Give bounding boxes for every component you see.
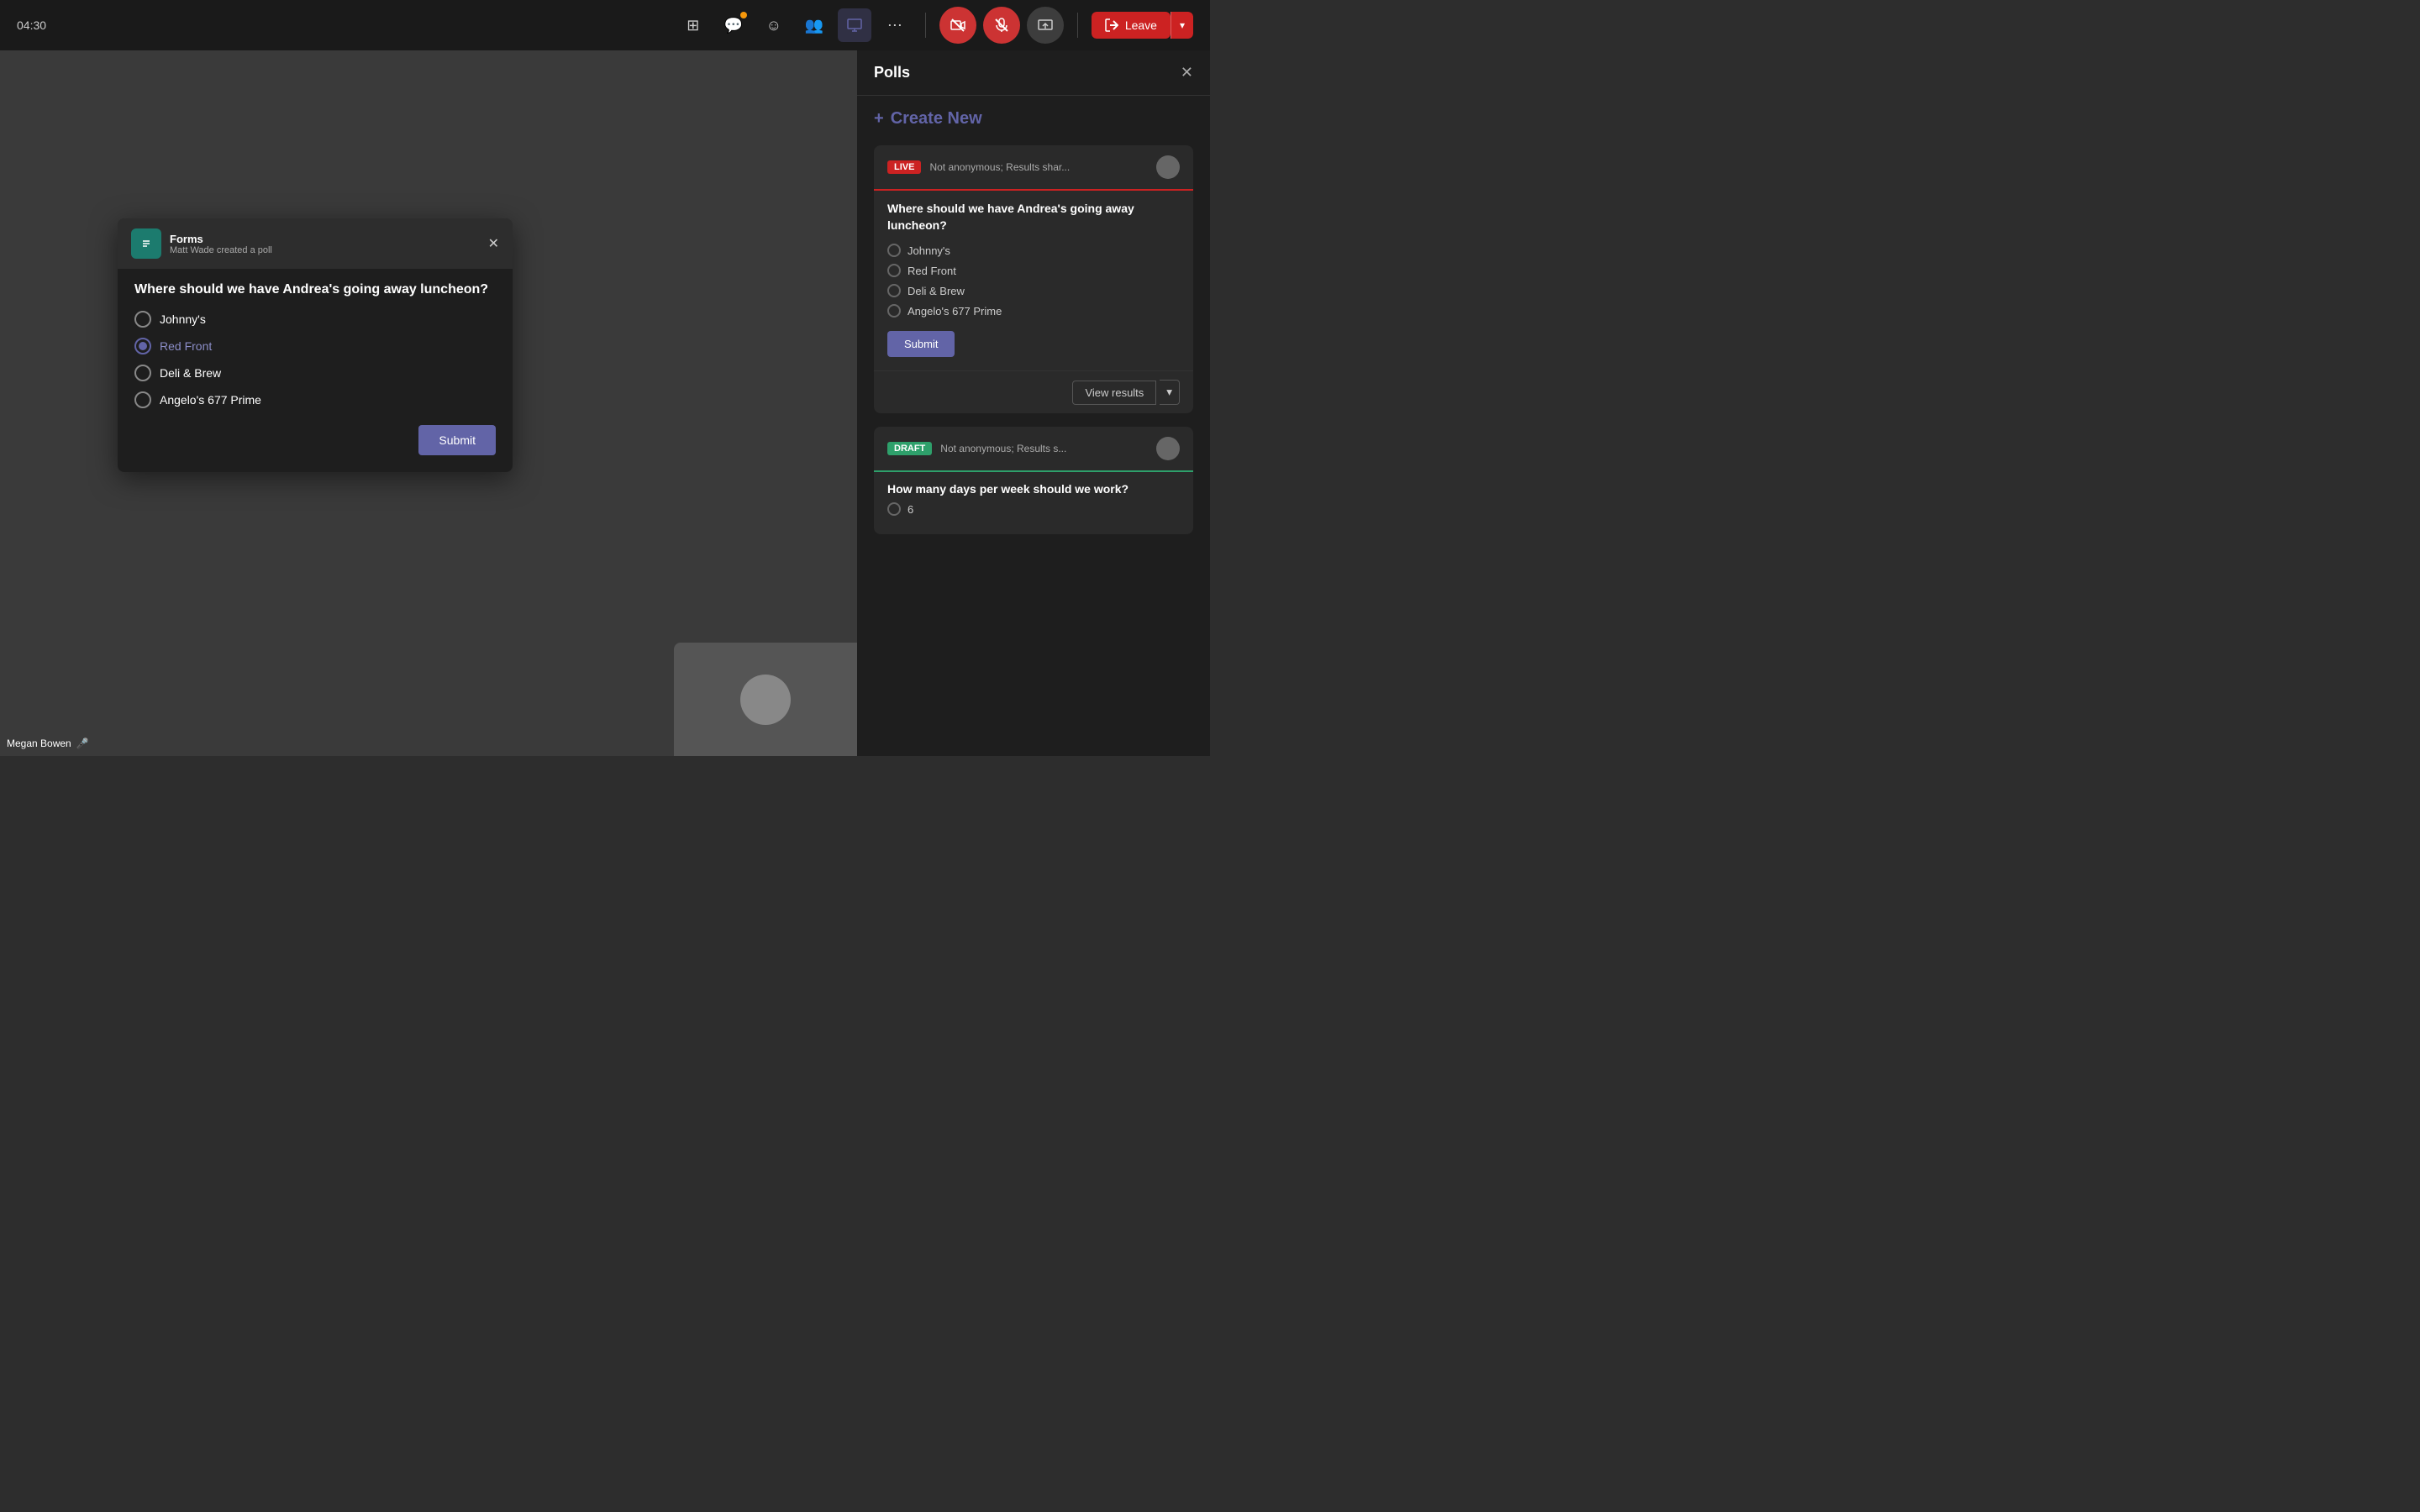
poll-option-4[interactable]: Angelo's 677 Prime bbox=[134, 391, 496, 408]
leave-button[interactable]: Leave bbox=[1092, 12, 1171, 39]
view-results-row: View results ▾ bbox=[874, 370, 1193, 413]
live-poll-avatar bbox=[1156, 155, 1180, 179]
live-poll-meta: Not anonymous; Results shar... bbox=[929, 161, 1148, 173]
panel-header: Polls ✕ bbox=[857, 50, 1210, 96]
radio-delibrew bbox=[134, 365, 151, 381]
poll-option-label-2: Red Front bbox=[160, 339, 212, 353]
leave-label: Leave bbox=[1125, 18, 1157, 32]
live-poll-divider bbox=[874, 189, 1193, 191]
toolbar-controls: ⊞ 💬 ☺ 👥 ⋯ bbox=[676, 7, 1193, 44]
forms-icon bbox=[131, 228, 161, 259]
meeting-timer: 04:30 bbox=[17, 18, 46, 32]
poll-popup-title-group: Forms Matt Wade created a poll bbox=[170, 233, 480, 255]
poll-option-2[interactable]: Red Front bbox=[134, 338, 496, 354]
radio-redfront bbox=[134, 338, 151, 354]
draft-radio-1 bbox=[887, 502, 901, 516]
separator bbox=[925, 13, 926, 38]
view-results-dropdown-button[interactable]: ▾ bbox=[1160, 380, 1180, 405]
live-poll-option-4[interactable]: Angelo's 677 Prime bbox=[887, 304, 1180, 318]
top-bar: 04:30 ⊞ 💬 ☺ 👥 ⋯ bbox=[0, 0, 1210, 50]
live-radio-3 bbox=[887, 284, 901, 297]
separator2 bbox=[1077, 13, 1078, 38]
participant-avatar bbox=[740, 675, 791, 725]
panel-body: + Create New LIVE Not anonymous; Results… bbox=[857, 96, 1210, 756]
live-radio-2 bbox=[887, 264, 901, 277]
poll-popup-creator: Matt Wade created a poll bbox=[170, 245, 480, 255]
draft-poll-option-1[interactable]: 6 bbox=[887, 502, 1180, 516]
live-poll-body: Where should we have Andrea's going away… bbox=[874, 201, 1193, 370]
draft-poll-question: How many days per week should we work? bbox=[887, 482, 1180, 496]
live-badge: LIVE bbox=[887, 160, 921, 174]
draft-poll-option-label-1: 6 bbox=[908, 503, 913, 516]
live-poll-card-header: LIVE Not anonymous; Results shar... bbox=[874, 145, 1193, 189]
create-new-label: Create New bbox=[891, 109, 982, 129]
polls-panel: Polls ✕ + Create New LIVE Not anonymous;… bbox=[857, 50, 1210, 756]
people-icon[interactable]: 👥 bbox=[797, 8, 831, 42]
live-radio-1 bbox=[887, 244, 901, 257]
live-poll-question: Where should we have Andrea's going away… bbox=[887, 201, 1180, 234]
participant-name-label: Megan Bowen 🎤 bbox=[7, 738, 89, 749]
live-poll-submit-button[interactable]: Submit bbox=[887, 331, 955, 357]
poll-submit-button[interactable]: Submit bbox=[418, 425, 496, 455]
draft-poll-card: DRAFT Not anonymous; Results s... How ma… bbox=[874, 427, 1193, 534]
live-poll-option-label-1: Johnny's bbox=[908, 244, 950, 257]
draft-poll-divider bbox=[874, 470, 1193, 472]
draft-poll-body: How many days per week should we work? 6 bbox=[874, 482, 1193, 534]
chat-badge bbox=[740, 12, 747, 18]
create-new-plus-icon: + bbox=[874, 109, 884, 129]
chat-icon[interactable]: 💬 bbox=[717, 8, 750, 42]
poll-option-label-3: Deli & Brew bbox=[160, 366, 221, 380]
participant-name: Megan Bowen bbox=[7, 738, 71, 749]
more-icon[interactable]: ⋯ bbox=[878, 8, 912, 42]
panel-title: Polls bbox=[874, 64, 910, 81]
poll-popup-question: Where should we have Andrea's going away… bbox=[134, 282, 496, 297]
live-poll-option-label-2: Red Front bbox=[908, 265, 956, 277]
live-poll-option-label-4: Angelo's 677 Prime bbox=[908, 305, 1002, 318]
video-thumbnail bbox=[674, 643, 857, 756]
live-radio-4 bbox=[887, 304, 901, 318]
camera-off-button[interactable] bbox=[939, 7, 976, 44]
draft-poll-card-header: DRAFT Not anonymous; Results s... bbox=[874, 427, 1193, 470]
poll-popup-app-name: Forms bbox=[170, 233, 480, 245]
poll-popup-close-button[interactable]: ✕ bbox=[488, 235, 499, 252]
leave-group: Leave ▾ bbox=[1092, 12, 1193, 39]
radio-angelo bbox=[134, 391, 151, 408]
leave-dropdown-button[interactable]: ▾ bbox=[1171, 12, 1193, 39]
view-results-button[interactable]: View results bbox=[1072, 381, 1156, 405]
panel-close-button[interactable]: ✕ bbox=[1181, 64, 1193, 81]
poll-popup: Forms Matt Wade created a poll ✕ Where s… bbox=[118, 218, 513, 472]
poll-submit-row: Submit bbox=[134, 425, 496, 455]
live-poll-option-3[interactable]: Deli & Brew bbox=[887, 284, 1180, 297]
poll-option-1[interactable]: Johnny's bbox=[134, 311, 496, 328]
poll-option-3[interactable]: Deli & Brew bbox=[134, 365, 496, 381]
live-poll-option-label-3: Deli & Brew bbox=[908, 285, 965, 297]
poll-option-label-1: Johnny's bbox=[160, 312, 206, 326]
radio-johnnys bbox=[134, 311, 151, 328]
draft-poll-meta: Not anonymous; Results s... bbox=[940, 443, 1148, 454]
present-icon[interactable] bbox=[838, 8, 871, 42]
emoji-icon[interactable]: ☺ bbox=[757, 8, 791, 42]
share-screen-button[interactable] bbox=[1027, 7, 1064, 44]
poll-option-label-4: Angelo's 677 Prime bbox=[160, 393, 261, 407]
live-poll-card: LIVE Not anonymous; Results shar... Wher… bbox=[874, 145, 1193, 413]
live-poll-option-1[interactable]: Johnny's bbox=[887, 244, 1180, 257]
draft-poll-avatar bbox=[1156, 437, 1180, 460]
draft-badge: DRAFT bbox=[887, 442, 932, 455]
mic-muted-icon: 🎤 bbox=[76, 738, 89, 749]
live-poll-option-2[interactable]: Red Front bbox=[887, 264, 1180, 277]
poll-popup-header: Forms Matt Wade created a poll ✕ bbox=[118, 218, 513, 269]
main-content-area: Forms Matt Wade created a poll ✕ Where s… bbox=[0, 50, 857, 756]
mic-off-button[interactable] bbox=[983, 7, 1020, 44]
poll-popup-body: Where should we have Andrea's going away… bbox=[118, 269, 513, 472]
grid-icon[interactable]: ⊞ bbox=[676, 8, 710, 42]
radio-inner-redfront bbox=[139, 342, 147, 350]
create-new-button[interactable]: + Create New bbox=[874, 109, 982, 129]
